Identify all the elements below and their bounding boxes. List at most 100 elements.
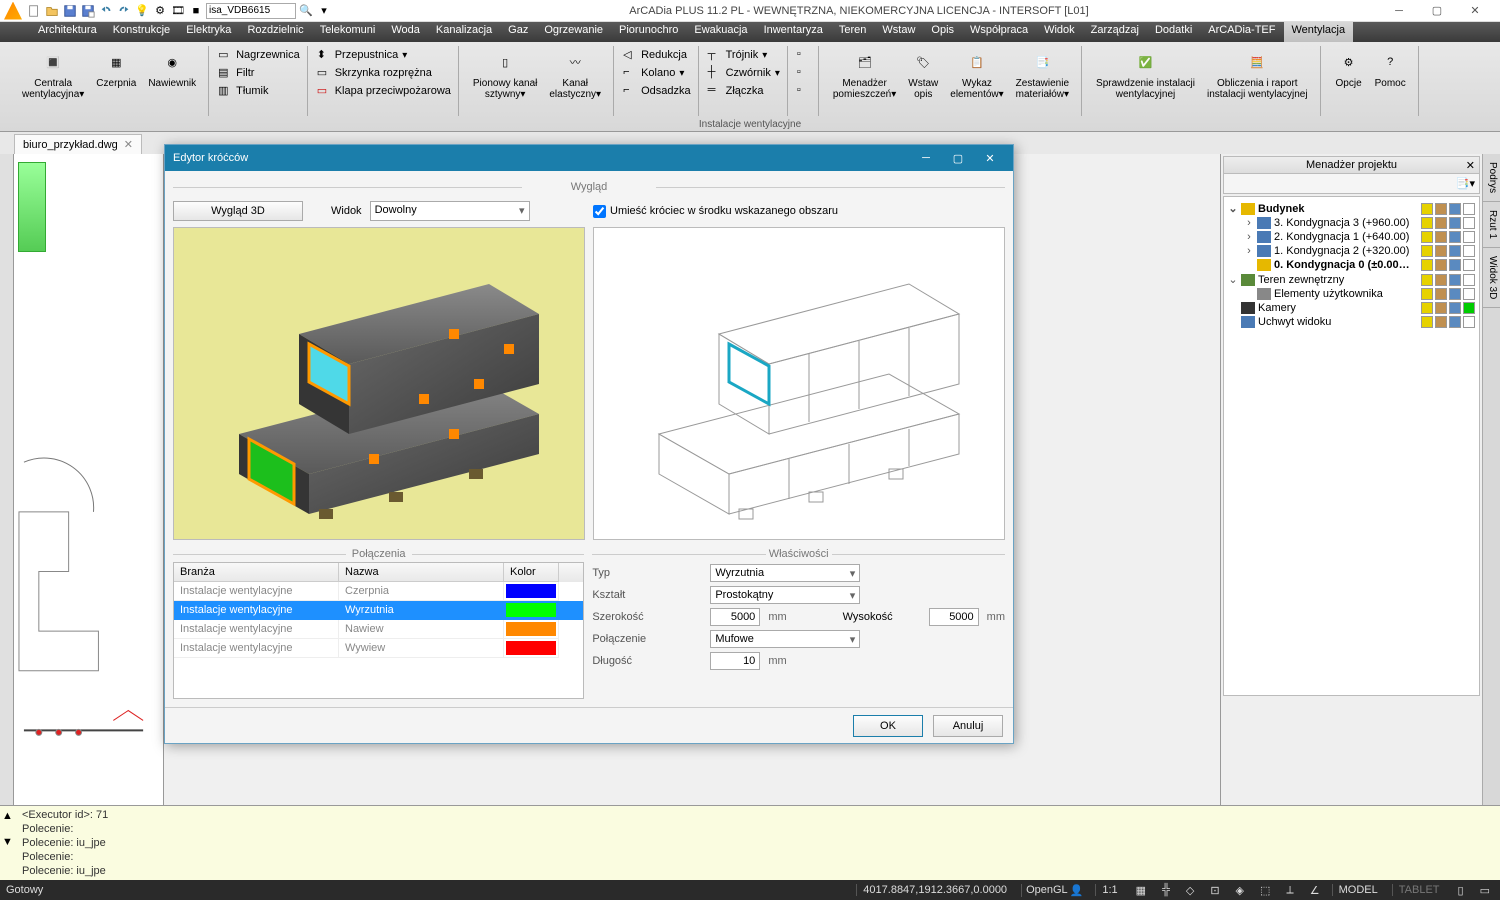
pol-select[interactable]: Mufowe [710, 630, 860, 648]
color-swatch[interactable] [506, 641, 556, 655]
qat-bulb-icon[interactable]: 💡 [134, 3, 150, 19]
menu-teren[interactable]: Teren [831, 22, 875, 42]
trojnik-button[interactable]: ┬Trójnik ▾ [707, 47, 769, 63]
menu-wstaw[interactable]: Wstaw [874, 22, 923, 42]
dialog-minimize-icon[interactable]: ─ [911, 148, 941, 168]
qat-film-icon[interactable]: 🎞 [170, 3, 186, 19]
tree-lock-icon[interactable] [1435, 316, 1447, 328]
status-snap2-icon[interactable]: ╬ [1158, 884, 1174, 896]
tree-print-icon[interactable] [1449, 288, 1461, 300]
status-snap4-icon[interactable]: ⊡ [1206, 884, 1223, 897]
menu-zarządzaj[interactable]: Zarządzaj [1083, 22, 1147, 42]
menu-woda[interactable]: Woda [383, 22, 428, 42]
qat-new-icon[interactable] [26, 3, 42, 19]
status-scale[interactable]: 1:1 [1095, 884, 1123, 896]
grid-row[interactable]: Instalacje wentylacyjneNawiew [174, 620, 583, 639]
cmd-down-icon[interactable]: ▼ [2, 836, 16, 848]
tree-row[interactable]: Kamery [1226, 301, 1477, 315]
tree-bulb-icon[interactable] [1421, 302, 1433, 314]
menu-rozdzielnic[interactable]: Rozdzielnic [239, 22, 311, 42]
cmd-up-icon[interactable]: ▲ [2, 810, 16, 822]
status-scroll1-icon[interactable]: ▯ [1454, 884, 1468, 897]
tree-lock-icon[interactable] [1435, 288, 1447, 300]
preview-wireframe[interactable] [593, 227, 1005, 540]
tree-color-icon[interactable] [1463, 245, 1475, 257]
tree-row[interactable]: ⌄Budynek [1226, 201, 1477, 216]
tree-color-icon[interactable] [1463, 231, 1475, 243]
tree-bulb-icon[interactable] [1421, 288, 1433, 300]
wyglad3d-button[interactable]: Wygląd 3D [173, 201, 303, 221]
wykaz-button[interactable]: 📋Wykazelementów▾ [944, 46, 1009, 116]
grid-row[interactable]: Instalacje wentylacyjneWyrzutnia [174, 601, 583, 620]
close-button[interactable]: ✕ [1462, 2, 1488, 20]
tree-lock-icon[interactable] [1435, 274, 1447, 286]
filtr-button[interactable]: ▤Filtr [217, 65, 255, 81]
qat-saveas-icon[interactable] [80, 3, 96, 19]
status-snap1-icon[interactable]: ▦ [1132, 884, 1150, 897]
tree-bulb-icon[interactable] [1421, 203, 1433, 215]
tree-expand-icon[interactable]: › [1244, 217, 1254, 229]
szer-input[interactable] [710, 608, 760, 626]
pm-filter-icon[interactable]: 📑▾ [1456, 177, 1475, 190]
tree-bulb-icon[interactable] [1421, 274, 1433, 286]
menu-ewakuacja[interactable]: Ewakuacja [686, 22, 755, 42]
grid-col-nazwa[interactable]: Nazwa [339, 563, 504, 582]
tree-expand-icon[interactable]: › [1244, 245, 1254, 257]
kanal-elast-button[interactable]: 〰Kanałelastyczny▾ [543, 46, 607, 116]
ksztalt-select[interactable]: Prostokątny [710, 586, 860, 604]
status-scroll2-icon[interactable]: ▭ [1476, 884, 1494, 897]
tree-print-icon[interactable] [1449, 302, 1461, 314]
menu-współpraca[interactable]: Współpraca [962, 22, 1036, 42]
redukcja-button[interactable]: ◁Redukcja [622, 47, 688, 63]
czerpnia-button[interactable]: ▦Czerpnia [90, 46, 142, 116]
menu-architektura[interactable]: Architektura [30, 22, 105, 42]
tree-expand-icon[interactable]: ⌄ [1228, 202, 1238, 215]
tree-row[interactable]: ⌄Teren zewnętrzny [1226, 272, 1477, 287]
obliczenia-button[interactable]: 🧮Obliczenia i raportinstalacji wentylacy… [1201, 46, 1314, 116]
menu-konstrukcje[interactable]: Konstrukcje [105, 22, 178, 42]
skrzynka-button[interactable]: ▭Skrzynka rozprężna [316, 65, 433, 81]
tree-print-icon[interactable] [1449, 231, 1461, 243]
menu-piorunochro[interactable]: Piorunochro [611, 22, 686, 42]
czworniak-button[interactable]: ┼Czwórnik ▾ [707, 65, 781, 81]
dialog-close-icon[interactable]: ✕ [975, 148, 1005, 168]
command-line[interactable]: ▲▼ <Executor id>: 71Polecenie:Polecenie:… [0, 805, 1500, 880]
nagrzewnica-button[interactable]: ▭Nagrzewnica [217, 47, 301, 63]
tree-color-icon[interactable] [1463, 274, 1475, 286]
side-tab-rzut[interactable]: Rzut 1 [1483, 202, 1500, 248]
tree-row[interactable]: Elementy użytkownika [1226, 287, 1477, 301]
menu-elektryka[interactable]: Elektryka [178, 22, 239, 42]
tree-lock-icon[interactable] [1435, 203, 1447, 215]
status-snap3-icon[interactable]: ◇ [1182, 884, 1198, 897]
minimize-button[interactable]: ─ [1386, 2, 1412, 20]
menu-gaz[interactable]: Gaz [500, 22, 536, 42]
status-snap6-icon[interactable]: ⬚ [1256, 884, 1274, 897]
color-swatch[interactable] [506, 584, 556, 598]
opcje-button[interactable]: ⚙Opcje [1329, 46, 1369, 116]
tree-row[interactable]: 0. Kondygnacja 0 (±0.00… [1226, 258, 1477, 272]
odsadzka-button[interactable]: ⌐Odsadzka [622, 83, 692, 99]
tree-color-icon[interactable] [1463, 288, 1475, 300]
anuluj-button[interactable]: Anuluj [933, 715, 1003, 737]
tree-expand-icon[interactable]: ⌄ [1228, 273, 1238, 286]
project-tree[interactable]: ⌄Budynek›3. Kondygnacja 3 (+960.00)›2. K… [1223, 196, 1480, 696]
sprawdzenie-button[interactable]: ✅Sprawdzenie instalacjiwentylacyjnej [1090, 46, 1201, 116]
status-opengl[interactable]: OpenGL 👤 [1021, 884, 1087, 897]
tree-bulb-icon[interactable] [1421, 245, 1433, 257]
tree-lock-icon[interactable] [1435, 231, 1447, 243]
tree-print-icon[interactable] [1449, 245, 1461, 257]
side-tab-widok3d[interactable]: Widok 3D [1483, 248, 1500, 308]
qat-dropdown-icon[interactable]: ▾ [316, 3, 332, 19]
tree-print-icon[interactable] [1449, 316, 1461, 328]
tree-expand-icon[interactable]: › [1244, 231, 1254, 243]
color-swatch[interactable] [506, 603, 556, 617]
menu-arcadia-tef[interactable]: ArCADia-TEF [1200, 22, 1283, 42]
qat-stop-icon[interactable]: ■ [188, 3, 204, 19]
menu-dodatki[interactable]: Dodatki [1147, 22, 1200, 42]
tree-lock-icon[interactable] [1435, 259, 1447, 271]
qat-save-icon[interactable] [62, 3, 78, 19]
tree-row[interactable]: ›3. Kondygnacja 3 (+960.00) [1226, 216, 1477, 230]
pion-kanal-button[interactable]: ▯Pionowy kanałsztywny▾ [467, 46, 543, 116]
umiesc-checkbox[interactable]: Umieść króciec w środku wskazanego obsza… [593, 205, 1005, 218]
maximize-button[interactable]: ▢ [1424, 2, 1450, 20]
